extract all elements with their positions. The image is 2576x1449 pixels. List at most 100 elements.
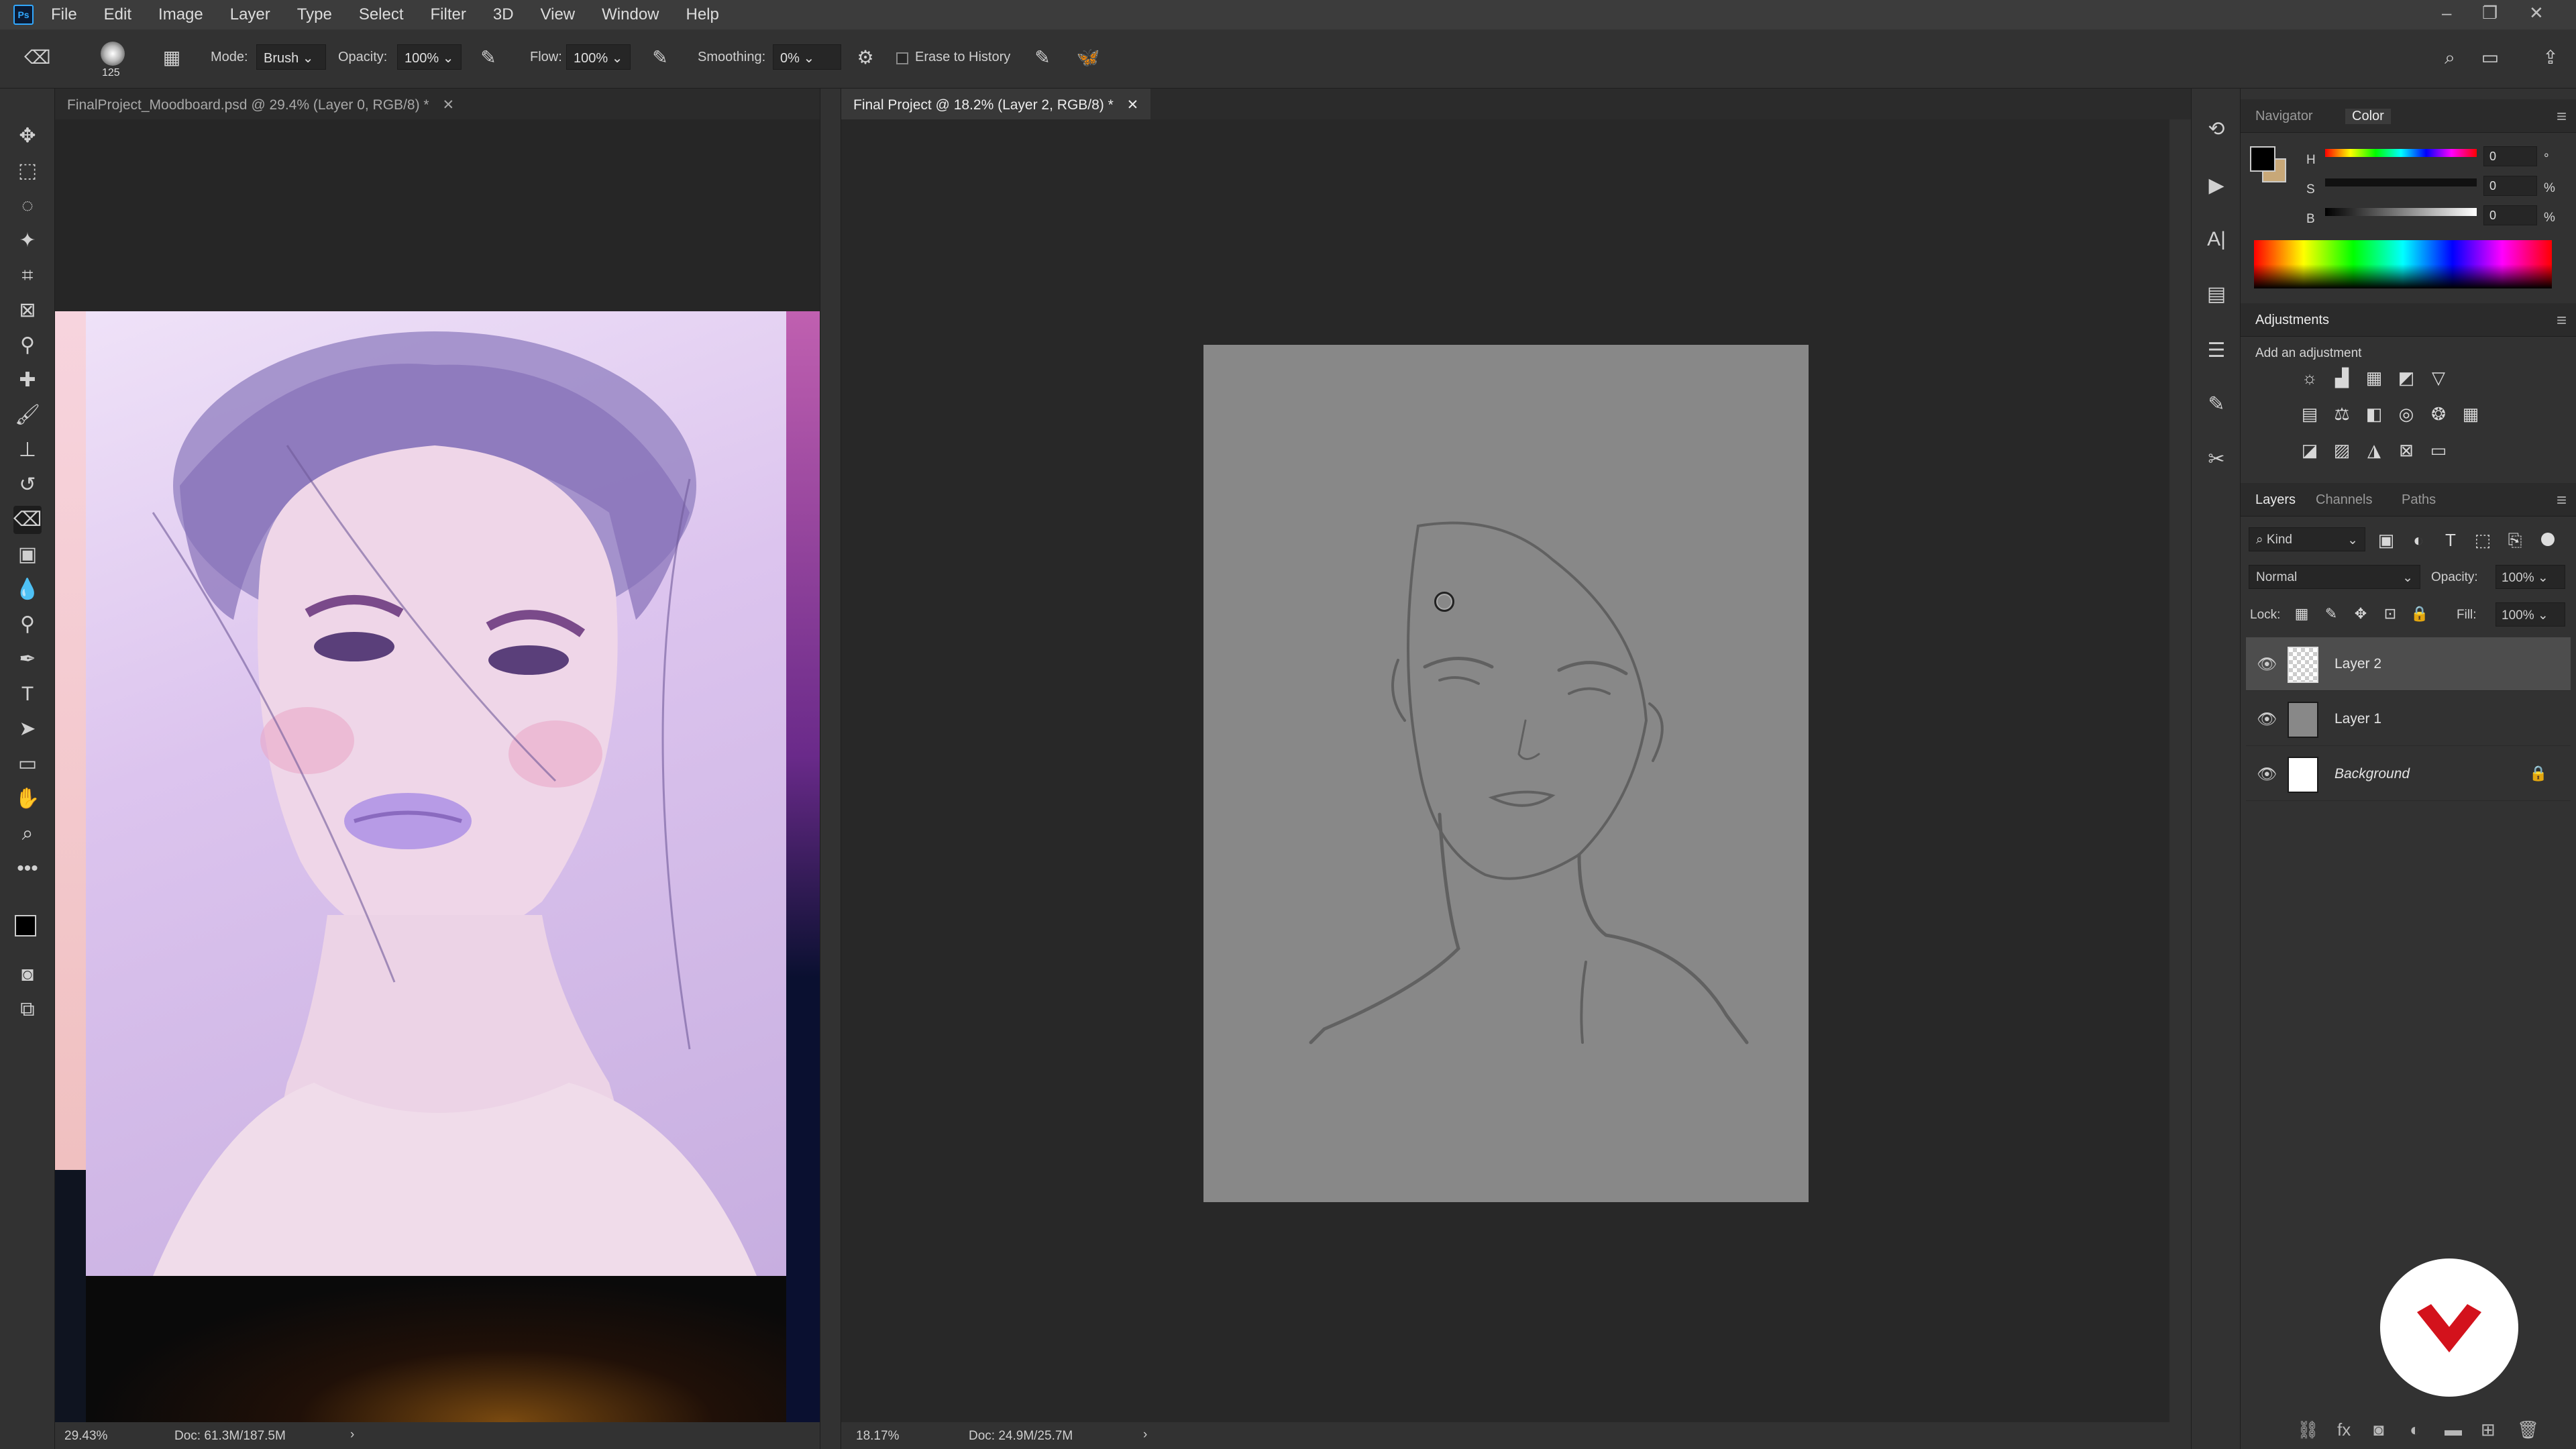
add-mask-icon[interactable]: ◙ bbox=[2373, 1419, 2384, 1440]
rectangle-tool-icon[interactable]: ▭ bbox=[13, 750, 42, 778]
eyedropper-tool-icon[interactable]: ⚲ bbox=[13, 331, 42, 360]
fill-field[interactable]: 100% ⌄ bbox=[2496, 602, 2565, 627]
hue-saturation-adjustment-icon[interactable]: ▤ bbox=[2298, 402, 2321, 425]
clone-stamp-tool-icon[interactable]: ⊥ bbox=[13, 436, 42, 464]
panel-menu-icon[interactable]: ≡ bbox=[2557, 490, 2567, 511]
foreground-swatch[interactable] bbox=[2250, 146, 2275, 172]
layer-filter-dropdown[interactable]: ⌕ Kind ⌄ bbox=[2249, 527, 2365, 551]
panel-menu-icon[interactable]: ≡ bbox=[2557, 310, 2567, 331]
pen-tool-icon[interactable]: ✒ bbox=[13, 645, 42, 674]
color-balance-adjustment-icon[interactable]: ⚖ bbox=[2330, 402, 2353, 425]
tab-paths[interactable]: Paths bbox=[2402, 492, 2436, 508]
filter-adjustment-icon[interactable]: ◐ bbox=[2407, 529, 2430, 551]
panel-menu-icon[interactable]: ≡ bbox=[2557, 106, 2567, 127]
menu-window[interactable]: Window bbox=[602, 5, 659, 24]
trash-icon[interactable]: 🗑 bbox=[2517, 1419, 2539, 1440]
adjust-panel-icon[interactable]: ☰ bbox=[2202, 337, 2231, 365]
layer-opacity-field[interactable]: 100% ⌄ bbox=[2496, 565, 2565, 589]
pressure-opacity-icon[interactable]: ✎ bbox=[476, 46, 500, 70]
tab-layers[interactable]: Layers bbox=[2255, 492, 2296, 508]
menu-3d[interactable]: 3D bbox=[493, 5, 514, 24]
screen-mode-icon[interactable]: ⧉ bbox=[13, 996, 42, 1024]
character-panel-icon[interactable]: A| bbox=[2202, 225, 2231, 254]
curves-adjustment-icon[interactable]: ▦ bbox=[2363, 366, 2385, 389]
brightness-slider[interactable] bbox=[2325, 208, 2477, 216]
search-icon[interactable]: ⌕ bbox=[2438, 46, 2462, 70]
layer-name[interactable]: Layer 1 bbox=[2334, 711, 2381, 727]
share-icon[interactable]: ⇪ bbox=[2538, 46, 2563, 70]
type-tool-icon[interactable]: T bbox=[13, 680, 42, 708]
menu-view[interactable]: View bbox=[541, 5, 576, 24]
quick-mask-icon[interactable]: ◙ bbox=[13, 961, 42, 989]
opacity-field[interactable]: 100% ⌄ bbox=[397, 44, 462, 70]
menu-filter[interactable]: Filter bbox=[431, 5, 466, 24]
filter-type-icon[interactable]: T bbox=[2439, 529, 2462, 551]
left-canvas-area[interactable] bbox=[55, 119, 820, 1422]
history-panel-icon[interactable]: ⟲ bbox=[2202, 115, 2231, 144]
lock-artboard-icon[interactable]: ⊡ bbox=[2379, 602, 2402, 625]
tab-final-project[interactable]: Final Project @ 18.2% (Layer 2, RGB/8) *… bbox=[841, 89, 1151, 119]
lock-pixels-icon[interactable]: ✎ bbox=[2320, 602, 2343, 625]
channel-mixer-adjustment-icon[interactable]: ❂ bbox=[2427, 402, 2450, 425]
eraser-tool-icon[interactable]: ⌫ bbox=[13, 506, 42, 534]
tab-channels[interactable]: Channels bbox=[2316, 492, 2373, 508]
chevron-right-icon[interactable]: › bbox=[1143, 1428, 1147, 1442]
zoom-tool-icon[interactable]: ⌕ bbox=[13, 820, 42, 848]
brightness-value[interactable]: 0 bbox=[2483, 205, 2537, 225]
history-brush-tool-icon[interactable]: ↺ bbox=[13, 471, 42, 499]
eye-icon[interactable]: 👁 bbox=[2257, 765, 2277, 784]
brightness-adjustment-icon[interactable]: ☼ bbox=[2298, 366, 2321, 389]
eye-icon[interactable]: 👁 bbox=[2257, 655, 2277, 674]
photoshop-logo-icon[interactable]: Ps bbox=[13, 5, 34, 25]
document-divider[interactable] bbox=[820, 89, 841, 1449]
healing-brush-tool-icon[interactable]: ✚ bbox=[13, 366, 42, 394]
filter-toggle[interactable] bbox=[2541, 533, 2555, 546]
tab-navigator[interactable]: Navigator bbox=[2255, 109, 2313, 124]
layer-row-background[interactable]: 👁 Background 🔒 bbox=[2246, 747, 2571, 801]
menu-layer[interactable]: Layer bbox=[230, 5, 270, 24]
lock-all-icon[interactable]: 🔒 bbox=[2408, 602, 2431, 625]
menu-help[interactable]: Help bbox=[686, 5, 719, 24]
filter-pixel-icon[interactable]: ▣ bbox=[2375, 529, 2398, 551]
filter-shape-icon[interactable]: ⬚ bbox=[2471, 529, 2494, 551]
new-adjustment-layer-icon[interactable]: ◐ bbox=[2410, 1419, 2420, 1440]
airbrush-icon[interactable]: ✎ bbox=[648, 46, 672, 70]
photo-filter-adjustment-icon[interactable]: ◎ bbox=[2395, 402, 2418, 425]
workspace-icon[interactable]: ▭ bbox=[2478, 46, 2502, 70]
saturation-slider[interactable] bbox=[2325, 178, 2477, 186]
blend-mode-dropdown[interactable]: Normal ⌄ bbox=[2249, 565, 2420, 589]
brush-settings-icon[interactable]: ▦ bbox=[160, 46, 184, 70]
eye-icon[interactable]: 👁 bbox=[2257, 710, 2277, 729]
mode-dropdown[interactable]: Brush ⌄ bbox=[256, 44, 326, 70]
left-zoom-value[interactable]: 29.43% bbox=[64, 1429, 107, 1444]
selective-color-adjustment-icon[interactable]: ⊠ bbox=[2395, 439, 2418, 462]
black-white-adjustment-icon[interactable]: ◧ bbox=[2363, 402, 2385, 425]
filter-smart-object-icon[interactable]: ⎘ bbox=[2504, 529, 2526, 551]
threshold-adjustment-icon[interactable]: ◮ bbox=[2363, 439, 2385, 462]
menu-image[interactable]: Image bbox=[158, 5, 203, 24]
eraser-tool-preset-icon[interactable]: ⌫ bbox=[24, 46, 51, 70]
menu-edit[interactable]: Edit bbox=[104, 5, 131, 24]
smoothing-field[interactable]: 0% ⌄ bbox=[773, 44, 841, 70]
symmetry-icon[interactable]: 🦋 bbox=[1076, 46, 1100, 70]
actions-panel-icon[interactable]: ▶ bbox=[2202, 172, 2231, 200]
erase-to-history-checkbox[interactable] bbox=[896, 52, 908, 64]
tool-presets-panel-icon[interactable]: ✂ bbox=[2202, 445, 2231, 474]
layer-row-layer-2[interactable]: 👁 Layer 2 bbox=[2246, 637, 2571, 691]
tab-moodboard[interactable]: FinalProject_Moodboard.psd @ 29.4% (Laye… bbox=[55, 89, 466, 119]
layer-row-layer-1[interactable]: 👁 Layer 1 bbox=[2246, 692, 2571, 746]
crop-tool-icon[interactable]: ⌗ bbox=[13, 262, 42, 290]
blur-tool-icon[interactable]: 💧 bbox=[13, 576, 42, 604]
lock-icon[interactable]: 🔒 bbox=[2529, 765, 2547, 782]
close-icon[interactable]: ✕ bbox=[2529, 3, 2544, 23]
invert-adjustment-icon[interactable]: ◪ bbox=[2298, 439, 2321, 462]
move-tool-icon[interactable]: ✥ bbox=[13, 122, 42, 150]
new-group-icon[interactable]: ▬ bbox=[2445, 1419, 2462, 1440]
right-canvas-area[interactable] bbox=[841, 119, 2169, 1422]
foreground-color-swatch[interactable] bbox=[15, 915, 36, 936]
close-icon[interactable]: ✕ bbox=[442, 97, 454, 113]
exposure-adjustment-icon[interactable]: ◩ bbox=[2395, 366, 2418, 389]
menu-select[interactable]: Select bbox=[359, 5, 404, 24]
right-scrollbar[interactable] bbox=[2169, 119, 2191, 1422]
layer-style-fx-icon[interactable]: fx bbox=[2337, 1419, 2351, 1440]
